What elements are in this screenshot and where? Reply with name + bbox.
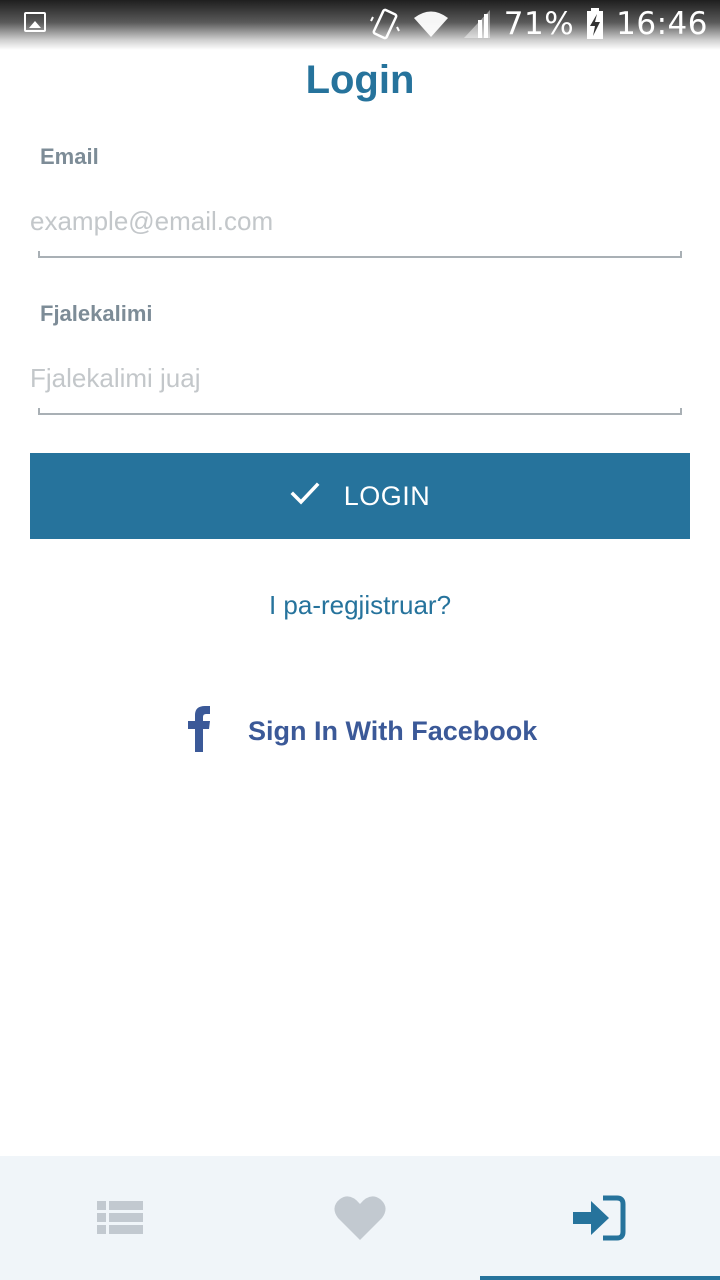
status-time: 16:46 [616, 6, 708, 42]
register-link[interactable]: I pa-regjistruar? [0, 590, 720, 621]
login-button-label: LOGIN [343, 480, 431, 511]
vibrate-icon [369, 7, 400, 41]
battery-charging-icon [586, 8, 604, 40]
email-field[interactable] [30, 196, 682, 246]
signal-icon [462, 8, 492, 40]
gallery-icon [24, 12, 46, 32]
page-title: Login [305, 58, 415, 102]
nav-active-indicator [480, 1276, 720, 1280]
email-label: Email [40, 144, 99, 169]
wifi-icon [412, 9, 450, 39]
facebook-icon [180, 704, 218, 759]
check-icon [290, 482, 320, 511]
nav-item-login[interactable] [480, 1156, 720, 1280]
facebook-signin-label: Sign In With Facebook [248, 715, 538, 746]
nav-item-favorites[interactable] [240, 1156, 480, 1280]
login-button[interactable]: LOGIN [30, 453, 690, 539]
password-field[interactable] [30, 353, 682, 403]
facebook-signin-button[interactable]: Sign In With Facebook [180, 700, 537, 762]
sign-in-icon [573, 1195, 627, 1241]
heart-icon [334, 1195, 386, 1241]
battery-percentage: 71% [503, 6, 575, 42]
status-bar: 71% 16:46 [0, 0, 720, 50]
password-label: Fjalekalimi [40, 301, 153, 326]
nav-item-list[interactable] [0, 1156, 240, 1280]
status-bar-right: 71% 16:46 [369, 4, 708, 44]
password-underline [38, 408, 682, 415]
email-underline [38, 251, 682, 258]
list-icon [97, 1199, 143, 1237]
bottom-nav [0, 1156, 720, 1280]
